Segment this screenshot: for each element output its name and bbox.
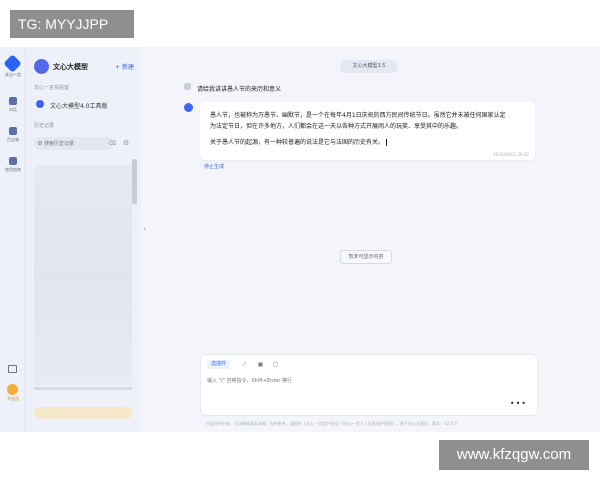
status-badge: 暂未可显示内容 <box>340 250 392 264</box>
history-search <box>34 137 114 150</box>
more-options-icon[interactable]: ••• <box>510 399 527 408</box>
rail-item-label: 使用指南 <box>5 167 21 172</box>
sidebar-divider <box>34 387 132 390</box>
bot-avatar-icon <box>184 103 193 112</box>
model-avatar-icon <box>34 59 49 74</box>
file-icon[interactable]: ▢ <box>272 361 279 368</box>
chat-input[interactable] <box>207 376 507 386</box>
rail-item-chat[interactable]: 对话 <box>0 97 26 113</box>
tool-icon <box>36 100 44 108</box>
history-scrollbar[interactable] <box>132 159 137 204</box>
watermark-top: TG: MYYJJPP <box>10 10 134 38</box>
section-history-label: 历史记录 <box>34 123 55 129</box>
plugin-select-button[interactable]: 选插件 <box>207 360 231 369</box>
typing-cursor <box>386 139 388 146</box>
app-root: TG: MYYJJPP 文心一言 对话 百宝箱 使用指南 开会员 文心大模型 +… <box>0 0 600 480</box>
sidebar: 文心大模型 + 新建 文心一言实验室 文心大模型4.0工具版 历史记录 ⌫ ⚙ <box>26 47 141 432</box>
app-logo-label: 文心一言 <box>5 72 21 77</box>
bot-message-line: 愚人节，也被称为万愚节、幽默节，是一个在每年4月1日庆祝的西方民间传统节日。虽然… <box>210 112 506 119</box>
gear-icon[interactable]: ⚙ <box>123 139 129 147</box>
bot-message-line: 为法定节日，但在许多地方，人们都会在这一天以各种方式开展闹人的玩笑、享受其中的乐… <box>210 123 463 130</box>
rail-item-toolbox[interactable]: 百宝箱 <box>0 127 26 143</box>
stop-generating-button[interactable]: 停止生成 <box>204 163 224 170</box>
mail-icon[interactable] <box>8 365 17 373</box>
app-window: 文心一言 对话 百宝箱 使用指南 开会员 文心大模型 + 新建 文心一言实验室 … <box>0 47 600 432</box>
sidebar-header: 文心大模型 + 新建 <box>34 59 134 75</box>
bot-message-text: 关于愚人节的起源，有一种较普遍的说法是它与法国的历史有关。 <box>210 139 385 146</box>
user-message: 请给我讲讲愚人节的来历和意义 <box>197 86 282 93</box>
user-avatar <box>184 83 191 90</box>
magic-icon[interactable]: ⁄ <box>241 361 248 368</box>
chat-input-box: 选插件 ⁄ ▣ ▢ ••• <box>200 354 538 416</box>
message-timestamp: 2024/04/01 09:32 <box>493 152 529 157</box>
footer-disclaimer: 内容由AI生成，无法确保真实准确，仅供参考，请遵守《文心一言用户协议》《文心一言… <box>206 421 457 426</box>
toolbox-icon <box>9 127 17 135</box>
sidebar-item-label: 文心大模型4.0工具版 <box>50 103 108 110</box>
model-selector[interactable]: 文心大模型3.5 <box>340 60 398 73</box>
bot-message-card: 愚人节，也被称为万愚节、幽默节，是一个在每年4月1日庆祝的西方民间传统节日。虽然… <box>200 102 535 160</box>
collapse-sidebar-icon[interactable]: ‹ <box>143 225 146 233</box>
history-list[interactable] <box>34 165 132 385</box>
rail-item-label: 对话 <box>9 107 17 112</box>
section-tools-label: 文心一言实验室 <box>34 85 70 91</box>
chat-icon <box>9 97 17 105</box>
rail-item-guide[interactable]: 使用指南 <box>0 157 26 173</box>
sidebar-title: 文心大模型 <box>53 63 88 71</box>
sidebar-promo-bar[interactable] <box>34 407 132 419</box>
app-logo-icon[interactable] <box>3 54 22 73</box>
sidebar-item-tool[interactable]: 文心大模型4.0工具版 <box>34 99 134 111</box>
vip-label[interactable]: 开会员 <box>0 396 26 402</box>
guide-icon <box>9 157 17 165</box>
bot-message-line: 关于愚人节的起源，有一种较普遍的说法是它与法国的历史有关。 <box>210 137 388 146</box>
history-search-input[interactable] <box>34 137 104 150</box>
vip-icon[interactable] <box>7 384 18 395</box>
rail-item-label: 百宝箱 <box>7 137 19 142</box>
chat-main: 文心大模型3.5 请给我讲讲愚人节的来历和意义 愚人节，也被称为万愚节、幽默节，… <box>150 47 600 432</box>
image-icon[interactable]: ▣ <box>257 361 264 368</box>
left-rail: 文心一言 对话 百宝箱 使用指南 开会员 <box>0 47 26 432</box>
clear-history-icon[interactable]: ⌫ <box>108 140 116 147</box>
watermark-bottom: www.kfzqgw.com <box>439 440 589 470</box>
new-chat-button[interactable]: + 新建 <box>115 62 134 71</box>
